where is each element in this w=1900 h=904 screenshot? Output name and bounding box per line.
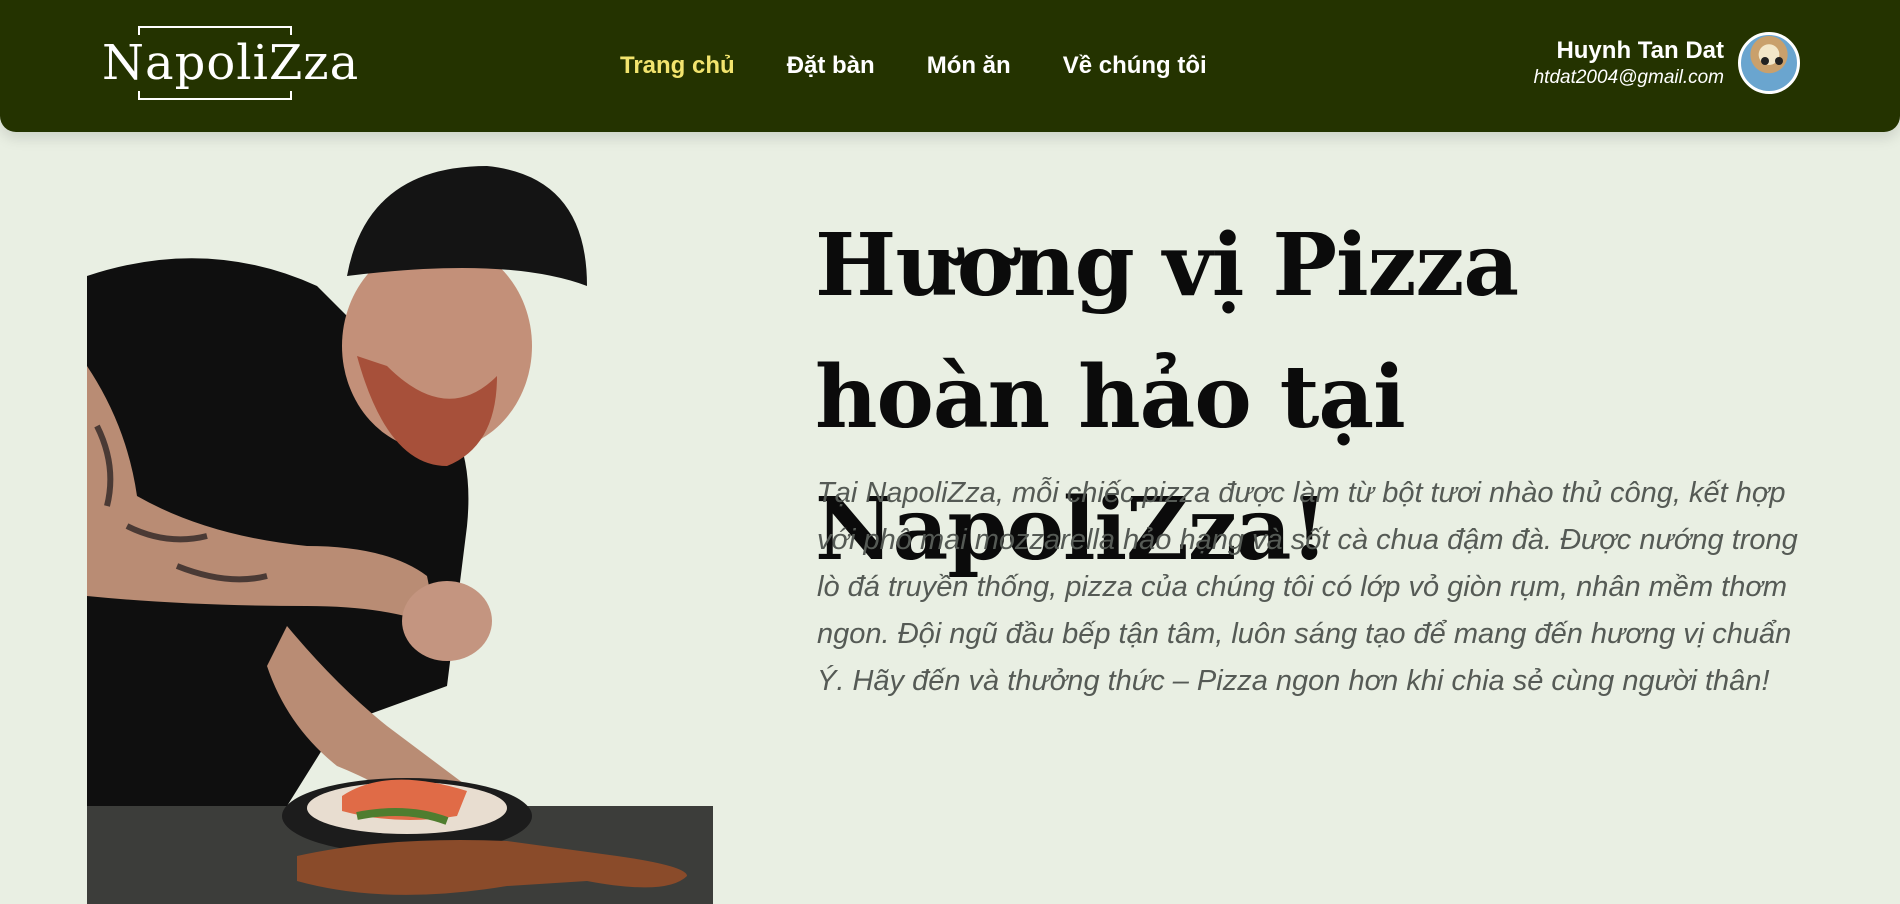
logo-text: NapoliZza: [100, 35, 362, 91]
user-email: htdat2004@gmail.com: [1533, 67, 1724, 88]
nav-item-menu[interactable]: Món ăn: [927, 52, 1011, 80]
avatar[interactable]: [1738, 32, 1800, 94]
logo[interactable]: NapoliZza: [100, 26, 362, 102]
nav-item-reservation[interactable]: Đặt bàn: [787, 52, 875, 80]
user-name: Huynh Tan Dat: [1556, 37, 1724, 64]
user-profile[interactable]: Huynh Tan Dat htdat2004@gmail.com: [1534, 32, 1800, 94]
site-header: NapoliZza Trang chủ Đặt bàn Món ăn Về ch…: [0, 0, 1900, 132]
nav-item-about[interactable]: Về chúng tôi: [1063, 52, 1207, 80]
hero-description: Tại NapoliZza, mỗi chiếc pizza được làm …: [817, 477, 1798, 697]
main-nav: Trang chủ Đặt bàn Món ăn Về chúng tôi: [620, 46, 1207, 86]
user-info: Huynh Tan Dat htdat2004@gmail.com: [1534, 36, 1724, 90]
chef-hero-image: [87, 166, 713, 904]
nav-item-home[interactable]: Trang chủ: [620, 52, 735, 80]
chef-illustration: [87, 166, 713, 904]
